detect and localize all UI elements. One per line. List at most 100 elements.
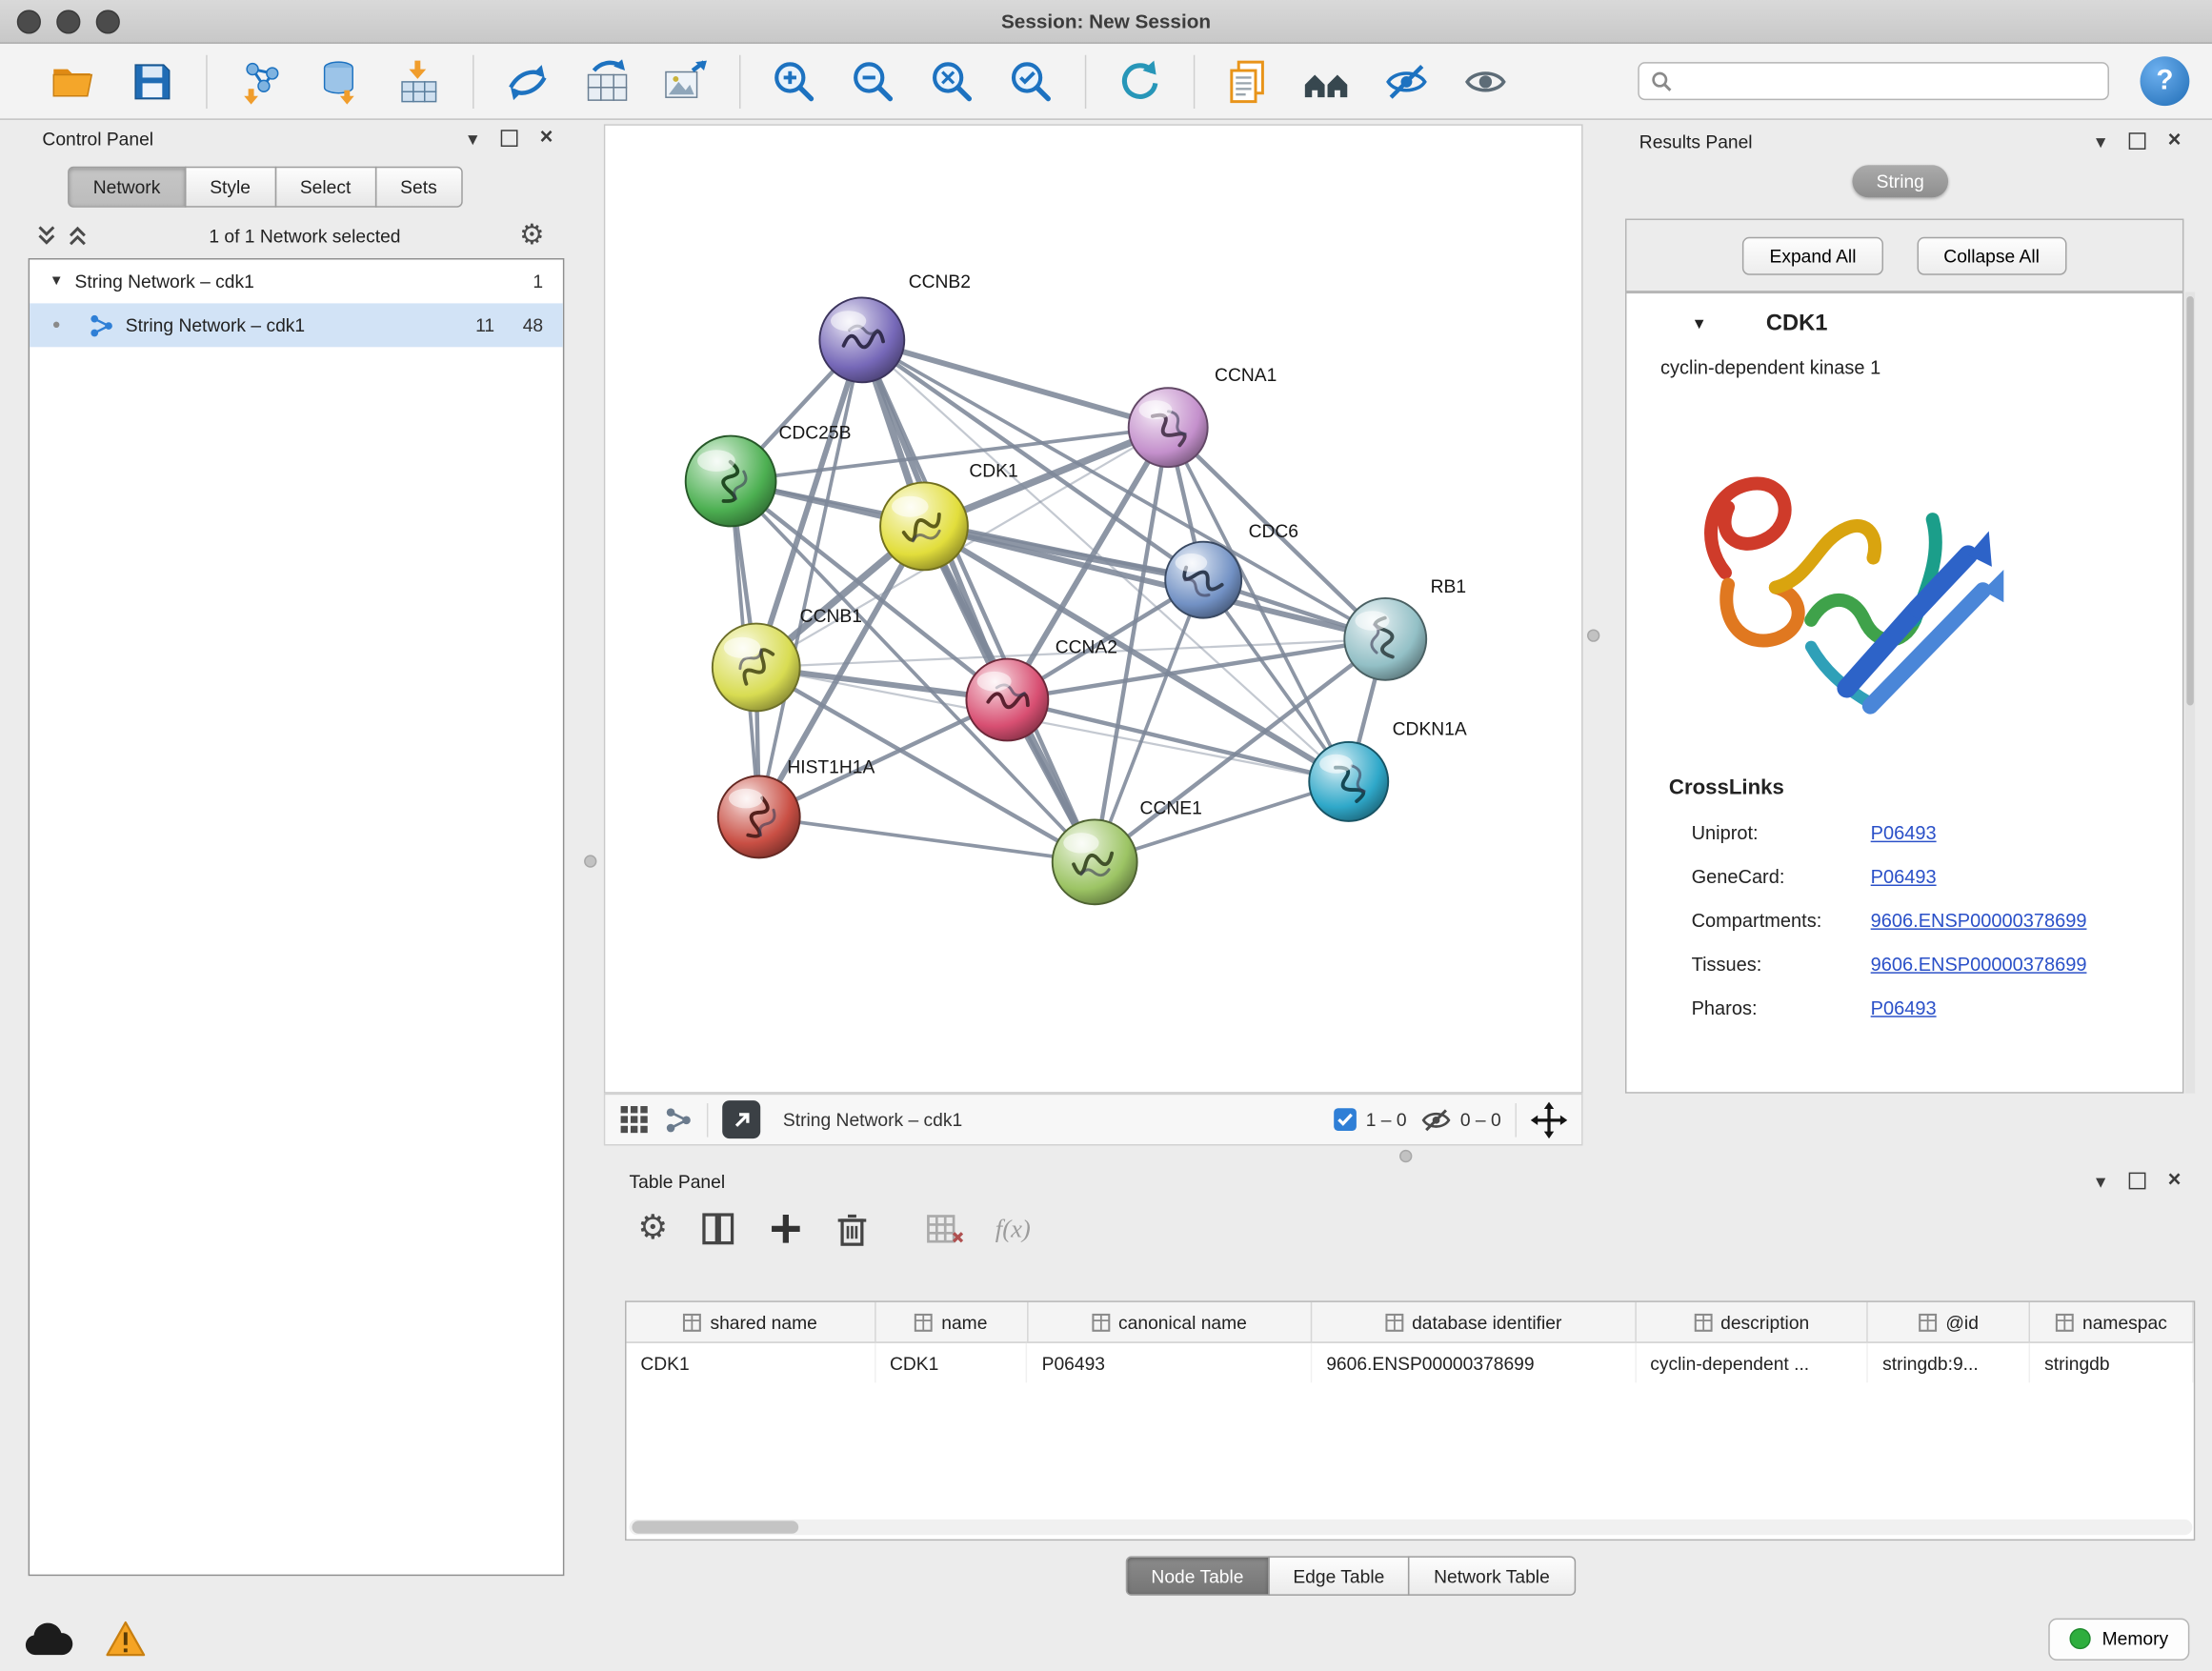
- column-header-name[interactable]: name: [875, 1302, 1028, 1341]
- network-node-CDK1[interactable]: [880, 482, 968, 570]
- chevrons-up-icon[interactable]: [65, 223, 90, 249]
- close-panel-icon[interactable]: ×: [2168, 130, 2182, 152]
- column-header-id[interactable]: @id: [1868, 1302, 2030, 1341]
- tab-sets[interactable]: Sets: [375, 167, 463, 208]
- splitter-handle[interactable]: [1399, 1150, 1412, 1162]
- network-collection-row[interactable]: ▼ String Network – cdk1 1: [30, 259, 563, 303]
- import-network-from-database-button[interactable]: [308, 49, 372, 113]
- gene-expand-icon[interactable]: ▼: [1692, 316, 1707, 333]
- chevrons-down-icon[interactable]: [34, 223, 60, 249]
- network-edge-HIST1H1A-CCNE1[interactable]: [759, 816, 1095, 861]
- network-edge-CCNB2-CCNE1[interactable]: [862, 340, 1095, 862]
- hide-graphics-button[interactable]: [1374, 49, 1438, 113]
- collapse-panel-icon[interactable]: ▾: [2096, 1171, 2105, 1191]
- search-input[interactable]: [1681, 70, 2096, 93]
- zoom-in-button[interactable]: [762, 49, 827, 113]
- window-close-button[interactable]: [17, 10, 41, 33]
- table-horizontal-scrollbar[interactable]: [629, 1520, 2192, 1535]
- tab-node-table[interactable]: Node Table: [1126, 1556, 1269, 1595]
- crosslink-link[interactable]: P06493: [1871, 997, 1937, 1018]
- new-network-button[interactable]: [495, 49, 560, 113]
- gene-header[interactable]: ▼ CDK1: [1626, 293, 2182, 343]
- window-zoom-button[interactable]: [96, 10, 120, 33]
- zoom-out-button[interactable]: [841, 49, 906, 113]
- close-panel-icon[interactable]: ×: [2168, 1170, 2182, 1193]
- network-overview-button[interactable]: [1295, 49, 1359, 113]
- network-edge-CCNB2-CCNA1[interactable]: [862, 340, 1168, 428]
- network-node-CDC6[interactable]: [1165, 542, 1241, 618]
- network-view[interactable]: CCNB2CCNA1CDC25BCDK1CDC6RB1CCNB1CCNA2CDK…: [604, 124, 1583, 1093]
- column-header-description[interactable]: description: [1636, 1302, 1868, 1341]
- network-edge-CCNB2-HIST1H1A[interactable]: [759, 340, 862, 817]
- close-panel-icon[interactable]: ×: [540, 127, 553, 150]
- zoom-selected-button[interactable]: [998, 49, 1063, 113]
- network-node-CDKN1A[interactable]: [1309, 742, 1388, 821]
- network-options-gear-icon[interactable]: ⚙: [519, 222, 545, 251]
- warnings-button[interactable]: [105, 1620, 147, 1658]
- splitter-handle[interactable]: [1587, 629, 1599, 641]
- network-node-CCNE1[interactable]: [1053, 819, 1137, 904]
- expand-all-button[interactable]: Expand All: [1742, 236, 1882, 274]
- tab-edge-table[interactable]: Edge Table: [1268, 1556, 1410, 1595]
- new-table-button[interactable]: [574, 49, 639, 113]
- open-session-button[interactable]: [41, 49, 106, 113]
- float-panel-icon[interactable]: [500, 130, 517, 147]
- memory-button[interactable]: Memory: [2048, 1618, 2189, 1660]
- network-node-RB1[interactable]: [1344, 598, 1426, 680]
- string-tab-badge[interactable]: String: [1852, 165, 1948, 197]
- network-node-CCNB2[interactable]: [819, 297, 904, 382]
- delete-column-button[interactable]: [835, 1211, 869, 1248]
- column-header-namespac[interactable]: namespac: [2030, 1302, 2193, 1341]
- show-columns-button[interactable]: [699, 1211, 736, 1248]
- node-label-CCNA2: CCNA2: [1056, 638, 1117, 658]
- tree-expand-icon[interactable]: ▼: [38, 273, 75, 289]
- collapse-all-button[interactable]: Collapse All: [1917, 236, 2066, 274]
- function-builder-button[interactable]: f(x): [995, 1214, 1031, 1243]
- column-header-shared-name[interactable]: shared name: [627, 1302, 876, 1341]
- network-node-CCNA1[interactable]: [1129, 388, 1208, 467]
- share-icon[interactable]: [665, 1105, 694, 1134]
- tab-select[interactable]: Select: [274, 167, 376, 208]
- crosslink-link[interactable]: 9606.ENSP00000378699: [1871, 910, 2087, 931]
- network-canvas[interactable]: CCNB2CCNA1CDC25BCDK1CDC6RB1CCNB1CCNA2CDK…: [605, 126, 1581, 1092]
- float-panel-icon[interactable]: [2128, 132, 2145, 150]
- table-row[interactable]: CDK1CDK1P064939606.ENSP00000378699cyclin…: [627, 1343, 2194, 1382]
- network-node-CDC25B[interactable]: [686, 436, 776, 527]
- import-table-from-file-button[interactable]: [387, 49, 452, 113]
- column-header-database-identifier[interactable]: database identifier: [1312, 1302, 1636, 1341]
- table-settings-button[interactable]: ⚙: [637, 1212, 668, 1246]
- crosslink-link[interactable]: P06493: [1871, 866, 1937, 887]
- tab-style[interactable]: Style: [185, 167, 276, 208]
- tab-network-table[interactable]: Network Table: [1408, 1556, 1575, 1595]
- collapse-panel-icon[interactable]: ▾: [468, 129, 477, 149]
- crosslink-link[interactable]: P06493: [1871, 822, 1937, 843]
- tab-network[interactable]: Network: [68, 167, 186, 208]
- results-scrollbar[interactable]: [2185, 292, 2195, 1094]
- collapse-panel-icon[interactable]: ▾: [2096, 131, 2105, 151]
- crosslink-link[interactable]: 9606.ENSP00000378699: [1871, 954, 2087, 975]
- checkbox-icon[interactable]: [1334, 1108, 1357, 1132]
- network-node-CCNA2[interactable]: [966, 659, 1048, 741]
- splitter-handle[interactable]: [584, 855, 596, 867]
- grid-icon[interactable]: [619, 1104, 651, 1136]
- export-image-button[interactable]: [654, 49, 718, 113]
- hidden-eye-icon[interactable]: [1420, 1107, 1452, 1133]
- float-panel-icon[interactable]: [2128, 1173, 2145, 1190]
- show-graphics-button[interactable]: [1453, 49, 1518, 113]
- zoom-fit-button[interactable]: [920, 49, 985, 113]
- add-column-button[interactable]: [767, 1211, 804, 1248]
- save-session-button[interactable]: [120, 49, 185, 113]
- move-crosshair-icon[interactable]: [1531, 1101, 1568, 1138]
- window-minimize-button[interactable]: [56, 10, 80, 33]
- column-header-canonical-name[interactable]: canonical name: [1028, 1302, 1313, 1341]
- refresh-button[interactable]: [1108, 49, 1173, 113]
- network-row[interactable]: ● String Network – cdk1 11 48: [30, 303, 563, 347]
- open-in-new-window-button[interactable]: [722, 1100, 760, 1138]
- document-button[interactable]: [1217, 49, 1281, 113]
- import-network-from-file-button[interactable]: [229, 49, 293, 113]
- clear-table-button[interactable]: [925, 1212, 964, 1246]
- network-node-HIST1H1A[interactable]: [718, 775, 800, 857]
- help-button[interactable]: ?: [2141, 56, 2190, 106]
- cloud-button[interactable]: [23, 1621, 73, 1658]
- network-node-CCNB1[interactable]: [713, 624, 800, 712]
